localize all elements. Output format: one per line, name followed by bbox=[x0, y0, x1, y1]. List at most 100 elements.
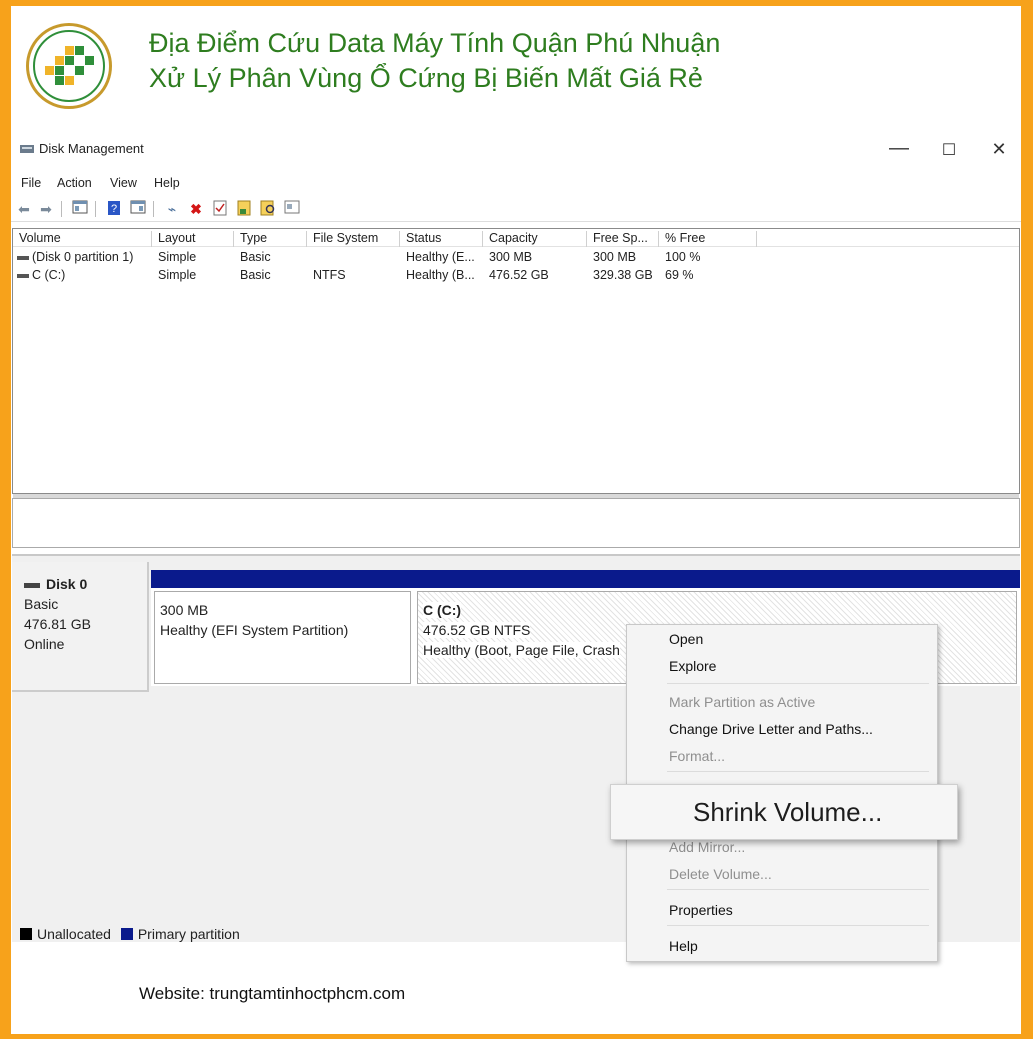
column-header-type[interactable]: Type bbox=[234, 231, 307, 247]
delete-icon[interactable]: ✖ bbox=[187, 200, 205, 218]
legend: Unallocated Primary partition bbox=[20, 926, 240, 942]
volume-icon bbox=[17, 273, 29, 278]
website-footer: Website: trungtamtinhoctphcm.com bbox=[139, 984, 406, 1003]
toolbar-divider bbox=[95, 201, 96, 217]
menu-separator bbox=[667, 771, 929, 772]
menu-separator bbox=[667, 925, 929, 926]
partition-status: Healthy (EFI System Partition) bbox=[160, 622, 349, 638]
partition-name: C (C:) bbox=[423, 602, 462, 618]
layout-cell: Simple bbox=[158, 268, 197, 282]
partition-body: 300 MB Healthy (EFI System Partition) bbox=[154, 591, 411, 684]
disk-icon bbox=[24, 582, 40, 588]
menu-separator bbox=[667, 683, 929, 684]
capacity-cell: 300 MB bbox=[489, 250, 533, 264]
unallocated-swatch bbox=[20, 928, 32, 940]
volume-name: C (C:) bbox=[32, 268, 66, 282]
primary-partition-swatch bbox=[120, 928, 133, 940]
pane-splitter[interactable] bbox=[12, 494, 1020, 548]
page-frame: Địa Điểm Cứu Data Máy Tính Quận Phú Nhuậ… bbox=[11, 6, 1021, 1034]
partition-size: 300 MB bbox=[160, 602, 209, 618]
menu-item-open[interactable]: Open bbox=[669, 631, 703, 647]
title-bar: Disk Management — ☐ ✕ bbox=[11, 132, 1021, 168]
partition-efi[interactable]: 300 MB Healthy (EFI System Partition) bbox=[151, 570, 414, 686]
partition-status: Healthy (Boot, Page File, Crash bbox=[423, 642, 620, 658]
disk-state: Online bbox=[24, 636, 65, 652]
close-button[interactable]: ✕ bbox=[984, 139, 1014, 160]
partition-header-bar bbox=[414, 570, 1020, 588]
svg-text:?: ? bbox=[111, 203, 117, 215]
new-volume-icon[interactable] bbox=[235, 200, 253, 218]
disk-info-panel[interactable]: Disk 0 Basic 476.81 GB Online bbox=[12, 562, 149, 692]
menu-view[interactable]: View bbox=[110, 176, 137, 190]
check-icon[interactable] bbox=[211, 200, 229, 218]
menu-item-delete-volume[interactable]: Delete Volume... bbox=[669, 866, 772, 882]
toolbar-divider bbox=[61, 201, 62, 217]
volume-icon bbox=[17, 255, 29, 260]
connect-icon[interactable]: ⌁ bbox=[163, 200, 181, 218]
status-cell: Healthy (B... bbox=[406, 268, 475, 282]
column-header-percent-free[interactable]: % Free bbox=[659, 231, 757, 247]
menu-item-add-mirror[interactable]: Add Mirror... bbox=[669, 839, 745, 855]
volume-name: (Disk 0 partition 1) bbox=[32, 250, 134, 264]
table-row[interactable]: C (C:) Simple Basic NTFS Healthy (B... 4… bbox=[13, 267, 1019, 285]
menu-action[interactable]: Action bbox=[57, 176, 92, 190]
volume-cell: C (C:) bbox=[17, 268, 65, 282]
banner-title-line-1: Địa Điểm Cứu Data Máy Tính Quận Phú Nhuậ… bbox=[149, 28, 721, 58]
menu-file[interactable]: File bbox=[21, 176, 41, 190]
partition-header-bar bbox=[151, 570, 414, 588]
window-title: Disk Management bbox=[39, 141, 144, 156]
legend-unallocated: Unallocated bbox=[37, 926, 111, 942]
volume-list: Volume Layout Type File System Status Ca… bbox=[12, 228, 1020, 494]
disk-management-app-icon bbox=[20, 145, 34, 153]
properties-icon[interactable] bbox=[129, 200, 147, 218]
menu-item-change-drive-letter[interactable]: Change Drive Letter and Paths... bbox=[669, 721, 873, 737]
console-tree-icon[interactable] bbox=[71, 200, 89, 218]
type-cell: Basic bbox=[240, 268, 271, 282]
column-header-free-space[interactable]: Free Sp... bbox=[587, 231, 659, 247]
banner-title-line-2: Xử Lý Phân Vùng Ổ Cứng Bị Biến Mất Giá R… bbox=[149, 63, 703, 93]
column-header-capacity[interactable]: Capacity bbox=[483, 231, 587, 247]
toolbar-divider bbox=[153, 201, 154, 217]
company-logo bbox=[26, 23, 112, 109]
table-row[interactable]: (Disk 0 partition 1) Simple Basic Health… bbox=[13, 249, 1019, 267]
disk-management-window: Disk Management — ☐ ✕ File Action View H… bbox=[11, 132, 1021, 962]
legend-primary: Primary partition bbox=[137, 926, 240, 942]
menu-item-properties[interactable]: Properties bbox=[669, 902, 733, 918]
capacity-cell: 476.52 GB bbox=[489, 268, 549, 282]
maximize-button[interactable]: ☐ bbox=[934, 140, 964, 160]
free-space-cell: 300 MB bbox=[593, 250, 637, 264]
column-header-status[interactable]: Status bbox=[400, 231, 483, 247]
menu-item-mark-active[interactable]: Mark Partition as Active bbox=[669, 694, 815, 710]
forward-arrow-icon[interactable]: ➡ bbox=[37, 200, 55, 218]
menu-help[interactable]: Help bbox=[154, 176, 180, 190]
percent-free-cell: 69 % bbox=[665, 268, 694, 282]
menu-item-help[interactable]: Help bbox=[669, 938, 698, 954]
column-header-layout[interactable]: Layout bbox=[152, 231, 234, 247]
menu-item-format[interactable]: Format... bbox=[669, 748, 725, 764]
percent-free-cell: 100 % bbox=[665, 250, 701, 264]
type-cell: Basic bbox=[240, 250, 271, 264]
column-header-file-system[interactable]: File System bbox=[307, 231, 400, 247]
menu-bar: File Action View Help bbox=[11, 172, 1021, 194]
column-header-volume[interactable]: Volume bbox=[13, 231, 152, 247]
volume-cell: (Disk 0 partition 1) bbox=[17, 250, 133, 264]
view-icon[interactable] bbox=[283, 200, 301, 218]
menu-separator bbox=[667, 889, 929, 890]
help-icon[interactable]: ? bbox=[105, 200, 123, 218]
shrink-volume-label: Shrink Volume... bbox=[693, 797, 883, 827]
partition-size: 476.52 GB NTFS bbox=[423, 622, 531, 638]
disk-name: Disk 0 bbox=[46, 576, 88, 592]
menu-item-explore[interactable]: Explore bbox=[669, 658, 716, 674]
search-icon[interactable] bbox=[259, 200, 277, 218]
volume-list-header: Volume Layout Type File System Status Ca… bbox=[13, 229, 1019, 247]
back-arrow-icon[interactable]: ⬅ bbox=[15, 200, 33, 218]
menu-item-shrink-volume[interactable]: Shrink Volume... bbox=[610, 784, 958, 840]
disk-type: Basic bbox=[24, 596, 59, 612]
disk-size: 476.81 GB bbox=[24, 616, 91, 632]
status-cell: Healthy (E... bbox=[406, 250, 475, 264]
layout-cell: Simple bbox=[158, 250, 197, 264]
free-space-cell: 329.38 GB bbox=[593, 268, 653, 282]
minimize-button[interactable]: — bbox=[884, 137, 914, 160]
toolbar: ⬅ ➡ ? ⌁ ✖ bbox=[11, 196, 1021, 222]
file-system-cell: NTFS bbox=[313, 268, 346, 282]
